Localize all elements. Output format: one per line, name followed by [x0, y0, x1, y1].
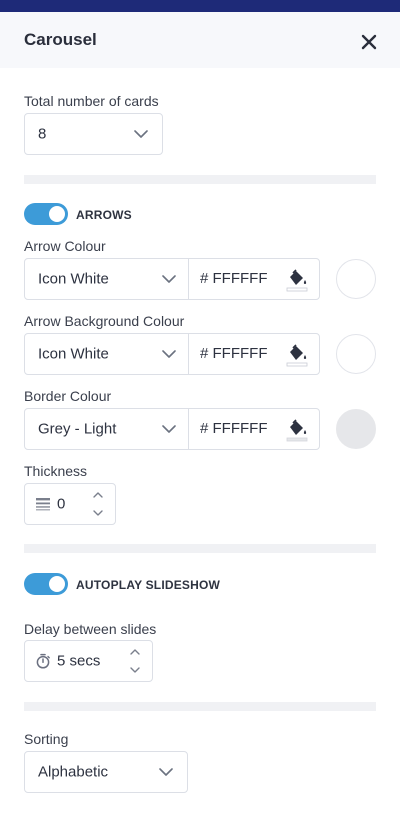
border-colour-select[interactable]: Grey - Light — [25, 409, 189, 449]
border-colour-field: Grey - Light # FFFFFF — [24, 408, 320, 450]
sorting-select[interactable]: Alphabetic — [24, 751, 188, 793]
chevron-down-icon — [162, 275, 176, 283]
thickness-stepper[interactable]: 0 — [24, 483, 116, 525]
arrow-colour-hex-input[interactable]: # FFFFFF — [200, 259, 280, 299]
section-divider — [24, 544, 376, 553]
up-down-arrows-icon[interactable] — [92, 490, 104, 518]
arrows-toggle[interactable] — [24, 203, 68, 225]
section-divider — [24, 702, 376, 711]
arrows-toggle-label: ARROWS — [76, 208, 132, 222]
border-colour-hex-input[interactable]: # FFFFFF — [200, 409, 280, 449]
cards-value: 8 — [38, 125, 47, 143]
thickness-label: Thickness — [24, 463, 88, 479]
line-weight-icon — [36, 498, 50, 511]
autoplay-toggle-label: AUTOPLAY SLIDESHOW — [76, 578, 221, 592]
toggle-knob — [49, 576, 65, 592]
panel-header: Carousel — [0, 12, 400, 68]
border-colour-label: Border Colour — [24, 388, 112, 404]
sorting-value: Alphabetic — [38, 763, 109, 781]
cards-select[interactable]: 8 — [24, 113, 163, 155]
stopwatch-icon — [36, 653, 50, 669]
top-accent-bar — [0, 0, 400, 12]
chevron-down-icon — [162, 350, 176, 358]
paint-bucket-icon[interactable] — [284, 342, 310, 368]
toggle-knob — [49, 206, 65, 222]
autoplay-toggle[interactable] — [24, 573, 68, 595]
arrow-colour-swatch[interactable] — [336, 259, 376, 299]
panel-title: Carousel — [24, 30, 97, 49]
arrow-background-colour-swatch[interactable] — [336, 334, 376, 374]
delay-stepper[interactable]: 5 secs — [24, 640, 153, 682]
arrow-background-colour-label: Arrow Background Colour — [24, 313, 185, 329]
thickness-value[interactable]: 0 — [57, 496, 65, 513]
arrow-background-colour-field: Icon White # FFFFFF — [24, 333, 320, 375]
section-divider — [24, 175, 376, 184]
arrow-colour-field: Icon White # FFFFFF — [24, 258, 320, 300]
arrow-colour-label: Arrow Colour — [24, 238, 106, 254]
paint-bucket-icon[interactable] — [284, 417, 310, 443]
delay-label: Delay between slides — [24, 621, 157, 637]
paint-bucket-icon[interactable] — [284, 267, 310, 293]
arrow-colour-value: Icon White — [38, 270, 109, 288]
border-colour-value: Grey - Light — [38, 420, 117, 438]
arrow-background-colour-hex-input[interactable]: # FFFFFF — [200, 334, 280, 374]
chevron-down-icon — [159, 768, 173, 776]
chevron-down-icon — [134, 130, 148, 138]
border-colour-swatch[interactable] — [336, 409, 376, 449]
sorting-label: Sorting — [24, 731, 69, 747]
arrow-colour-select[interactable]: Icon White — [25, 259, 189, 299]
delay-value[interactable]: 5 secs — [57, 653, 100, 670]
up-down-arrows-icon[interactable] — [129, 647, 141, 675]
arrow-background-colour-value: Icon White — [38, 345, 109, 363]
arrow-background-colour-select[interactable]: Icon White — [25, 334, 189, 374]
chevron-down-icon — [162, 425, 176, 433]
cards-label: Total number of cards — [24, 93, 159, 109]
close-icon[interactable] — [358, 31, 380, 53]
